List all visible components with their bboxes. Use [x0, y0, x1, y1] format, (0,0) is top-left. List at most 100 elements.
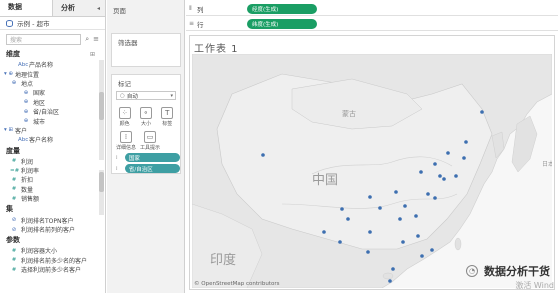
land-hainan: [382, 272, 394, 280]
rows-shelf[interactable]: ≡ 行 纬度(生成): [186, 17, 558, 31]
field-item[interactable]: ⊕ 地点: [0, 79, 105, 88]
dimensions-menu-icon[interactable]: ⊞: [90, 51, 95, 58]
columns-shelf[interactable]: ⦀ 列 经度(生成): [186, 2, 558, 16]
mark-button-icon: ⁞: [120, 131, 132, 143]
field-item[interactable]: # 选择利润前多少名客户: [0, 265, 105, 275]
field-type-icon: #: [11, 257, 17, 264]
map-point[interactable]: [368, 230, 372, 234]
map-point[interactable]: [414, 214, 418, 218]
field-item[interactable]: ⊘ 利润排名TOPN客户: [0, 215, 105, 225]
datasource-item[interactable]: 示例 - 超市: [0, 17, 105, 30]
map-point[interactable]: [430, 248, 434, 252]
map-point[interactable]: [394, 190, 398, 194]
field-type-icon: ▾ ⊕: [4, 71, 14, 78]
dimensions-header: 维度 ⊞: [0, 48, 105, 60]
map-point[interactable]: [442, 177, 446, 181]
map-point[interactable]: [446, 151, 450, 155]
field-item[interactable]: Abc 产品名称: [0, 60, 105, 70]
field-item[interactable]: # 折扣: [0, 175, 105, 185]
view-options-icon[interactable]: ≡: [93, 35, 99, 43]
map-point[interactable]: [420, 254, 424, 258]
map-point[interactable]: [340, 207, 344, 211]
map-point[interactable]: [480, 110, 484, 114]
mark-pill[interactable]: 省/自治区: [124, 164, 180, 173]
map-point[interactable]: [433, 196, 437, 200]
sets-title: 集: [6, 205, 13, 214]
map-point[interactable]: [438, 174, 442, 178]
mark-button[interactable]: ⁘ 颜色: [115, 105, 135, 127]
field-label: 利润排名前列的客户: [21, 227, 76, 235]
field-item[interactable]: ▾ ⊞ 客户: [0, 126, 105, 135]
mark-type-value: 自动: [126, 93, 138, 100]
field-item[interactable]: ⊘ 利润排名前列的客户: [0, 225, 105, 235]
mark-pill-row: ⁞ 省/自治区: [116, 164, 180, 173]
map-point[interactable]: [346, 217, 350, 221]
search-input[interactable]: 搜索: [6, 33, 82, 45]
mark-button[interactable]: ⚬ 大小: [136, 105, 156, 127]
longitude-pill[interactable]: 经度(生成): [247, 3, 317, 14]
collapse-icon[interactable]: ◂: [97, 5, 100, 12]
field-type-icon: Abc: [18, 136, 29, 143]
measures-scroll-thumb[interactable]: [99, 172, 104, 192]
map-view[interactable]: 蒙古 中国 印度 日本 © OpenStreetMap contributors: [192, 54, 552, 288]
parameters-list: # 利润容器大小 # 利润排名前多少名的客户 # 选择利润前多少名客户: [0, 246, 105, 274]
field-item[interactable]: =# 利润率: [0, 166, 105, 176]
map-attribution[interactable]: © OpenStreetMap contributors: [194, 281, 279, 287]
field-type-icon: ⊘: [11, 226, 17, 233]
map-point[interactable]: [398, 217, 402, 221]
latitude-pill[interactable]: 纬度(生成): [247, 18, 317, 29]
field-item[interactable]: # 销售额: [0, 194, 105, 204]
map-point[interactable]: [401, 240, 405, 244]
map-point[interactable]: [416, 234, 420, 238]
dimensions-scroll-thumb[interactable]: [99, 92, 104, 120]
pages-shelf[interactable]: 页面: [107, 0, 184, 15]
map-point[interactable]: [366, 250, 370, 254]
chevron-down-icon: ▾: [170, 92, 173, 99]
watermark: ◔ 数据分析干货: [466, 263, 550, 279]
map-point[interactable]: [368, 195, 372, 199]
field-item[interactable]: # 利润容器大小: [0, 246, 105, 256]
field-item[interactable]: Abc 客户名称: [0, 135, 105, 145]
mark-pill-row: ⁞ 国家: [116, 153, 180, 162]
map-point[interactable]: [464, 140, 468, 144]
field-label: 地点: [21, 80, 34, 88]
field-item[interactable]: ⊕ 城市: [0, 116, 105, 126]
mark-buttons-row-1: ⁘ 颜色 ⚬ 大小 T 标签: [112, 103, 180, 127]
map-point[interactable]: [462, 156, 466, 160]
map-point[interactable]: [433, 162, 437, 166]
mark-pill[interactable]: 国家: [124, 153, 180, 162]
search-icon[interactable]: ⌕: [85, 35, 89, 44]
map-point[interactable]: [378, 206, 382, 210]
field-item[interactable]: ▾ ⊕ 地理位置: [0, 69, 105, 79]
mark-button[interactable]: ▭ 工具提示: [140, 129, 160, 151]
columns-label: 列: [197, 5, 204, 14]
field-item[interactable]: ⊕ 地区: [0, 98, 105, 107]
view-area: ⦀ 列 经度(生成) ≡ 行 纬度(生成) 工作表 1 蒙古 中国 印度 日本 …: [186, 0, 558, 293]
map-point[interactable]: [322, 230, 326, 234]
mark-button[interactable]: T 标签: [157, 105, 177, 127]
field-item[interactable]: # 数量: [0, 185, 105, 194]
field-type-icon: #: [11, 195, 17, 202]
field-item[interactable]: # 利润: [0, 157, 105, 166]
field-type-icon: #: [11, 186, 17, 193]
map-point[interactable]: [261, 153, 265, 157]
tab-analysis[interactable]: 分析 ◂: [52, 0, 105, 16]
pane-tabs: 数据 分析 ◂: [0, 0, 105, 17]
field-item[interactable]: ⊕ 省/自治区: [0, 107, 105, 117]
map-point[interactable]: [419, 170, 423, 174]
tab-data[interactable]: 数据: [0, 0, 52, 16]
field-item[interactable]: # 利润排名前多少名的客户: [0, 256, 105, 265]
shelves-pane: 页面 筛选器 标记 ○ 自动 ▾ ⁘ 颜色 ⚬ 大小 T 标签 ⁞ 详细信息 ▭ 工具提示 ⁞ 国…: [107, 0, 185, 293]
map-point[interactable]: [388, 279, 392, 283]
field-label: 产品名称: [29, 62, 54, 70]
map-point[interactable]: [403, 204, 407, 208]
map-point[interactable]: [426, 192, 430, 196]
field-type-icon: Abc: [18, 61, 29, 68]
field-item[interactable]: ⊕ 国家: [0, 88, 105, 98]
mark-type-select[interactable]: ○ 自动 ▾: [116, 91, 176, 100]
map-point[interactable]: [454, 174, 458, 178]
map-point[interactable]: [391, 267, 395, 271]
mark-button[interactable]: ⁞ 详细信息: [116, 129, 136, 151]
filters-shelf[interactable]: 筛选器: [111, 33, 181, 67]
map-point[interactable]: [338, 240, 342, 244]
